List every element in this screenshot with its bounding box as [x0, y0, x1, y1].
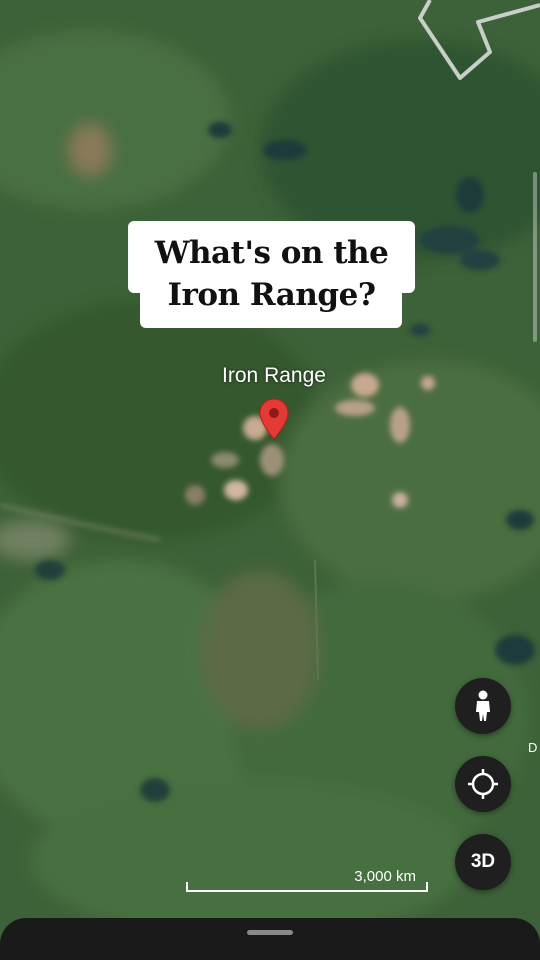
- three-d-button[interactable]: 3D: [455, 834, 511, 890]
- map-pin-icon[interactable]: [259, 398, 289, 440]
- crosshair-icon: [468, 769, 498, 799]
- three-d-label: 3D: [470, 851, 496, 872]
- scroll-indicator: [533, 172, 537, 342]
- place-label[interactable]: Iron Range: [190, 364, 358, 388]
- scale-ruler: [186, 882, 428, 892]
- caption-line-1: What's on the: [154, 235, 389, 271]
- satellite-map[interactable]: [0, 0, 540, 960]
- caption-line-2: Iron Range?: [167, 277, 376, 313]
- my-location-button[interactable]: [455, 756, 511, 812]
- edge-map-label: D: [528, 740, 538, 755]
- pegman-icon: [476, 690, 490, 721]
- bottom-sheet[interactable]: [0, 918, 540, 960]
- drag-handle[interactable]: [247, 930, 293, 935]
- street-view-button[interactable]: [455, 678, 511, 734]
- scale-bar: 3,000 km: [186, 866, 428, 896]
- caption-title: What's on the Iron Range?: [128, 232, 415, 316]
